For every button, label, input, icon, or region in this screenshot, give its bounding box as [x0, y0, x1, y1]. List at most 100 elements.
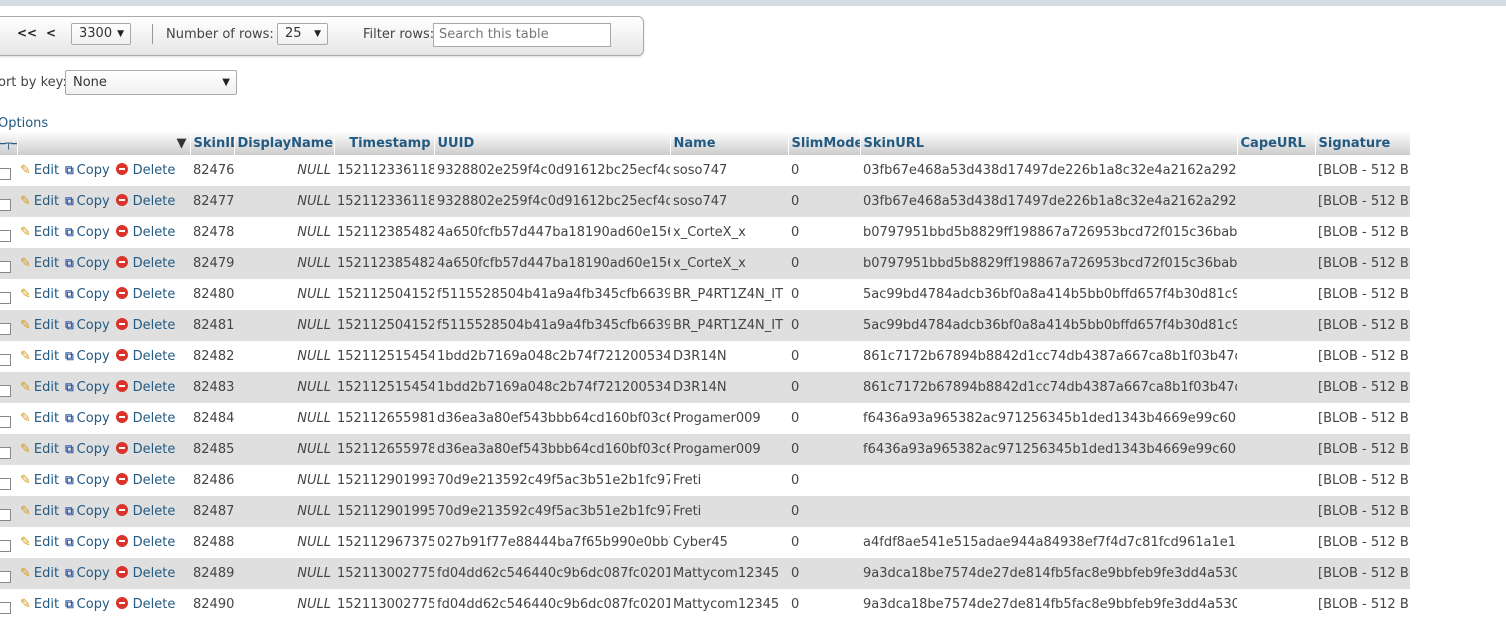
copy-button[interactable]: ⧉ Copy: [65, 566, 110, 581]
column-header-displayname[interactable]: DisplayName: [234, 131, 335, 155]
row-checkbox[interactable]: [0, 508, 11, 521]
delete-button[interactable]: Delete: [115, 411, 175, 426]
edit-button[interactable]: ✎ Edit: [20, 504, 59, 519]
copy-button[interactable]: ⧉ Copy: [65, 442, 110, 457]
filter-input[interactable]: Search this table: [433, 23, 611, 47]
edit-button[interactable]: ✎ Edit: [20, 442, 59, 457]
delete-button[interactable]: Delete: [115, 442, 175, 457]
delete-button[interactable]: Delete: [115, 287, 176, 302]
copy-button[interactable]: ⧉ Copy: [65, 163, 110, 178]
edit-button[interactable]: ✎ Edit: [20, 411, 59, 426]
edit-button[interactable]: ✎ Edit: [20, 225, 59, 240]
delete-button[interactable]: Delete: [115, 225, 175, 240]
row-checkbox[interactable]: [0, 260, 11, 273]
delete-button[interactable]: Delete: [115, 380, 175, 395]
column-header-timestamp[interactable]: Timestamp: [334, 131, 435, 155]
copy-icon: ⧉: [65, 411, 74, 425]
cell-signature[interactable]: [BLOB - 512 B]: [1315, 403, 1410, 434]
table-row: ✎ Edit ⧉ Copy Delete 82487 NULL 1521129019953 70…: [0, 496, 1410, 527]
copy-button[interactable]: ⧉ Copy: [65, 194, 110, 209]
cell-signature[interactable]: [BLOB - 512 B]: [1315, 341, 1410, 372]
copy-button[interactable]: ⧉ Copy: [65, 473, 110, 488]
edit-button[interactable]: ✎ Edit: [20, 194, 59, 209]
delete-button[interactable]: Delete: [115, 504, 175, 519]
row-checkbox[interactable]: [0, 384, 11, 397]
cell-signature[interactable]: [BLOB - 512 B]: [1315, 310, 1410, 341]
delete-button[interactable]: Delete: [115, 535, 175, 550]
column-header-slimmodel[interactable]: SlimModel: [788, 131, 861, 155]
cell-signature[interactable]: [BLOB - 512 B]: [1315, 434, 1410, 465]
row-checkbox[interactable]: [0, 322, 11, 335]
row-checkbox[interactable]: [0, 601, 11, 614]
table-row: ✎ Edit ⧉ Copy Delete 82476 NULL 1521123361186 93…: [0, 155, 1410, 186]
copy-button[interactable]: ⧉ Copy: [65, 225, 110, 240]
edit-button[interactable]: ✎ Edit: [20, 163, 59, 178]
cell-signature[interactable]: [BLOB - 512 B]: [1315, 465, 1410, 496]
delete-button[interactable]: Delete: [115, 597, 175, 612]
row-checkbox[interactable]: [0, 446, 11, 459]
cell-signature[interactable]: [BLOB - 512 B]: [1315, 248, 1410, 279]
delete-button[interactable]: Delete: [115, 256, 175, 271]
delete-label: Delete: [132, 287, 176, 302]
pencil-icon: ✎: [20, 566, 31, 581]
column-header-uuid[interactable]: UUID: [434, 131, 671, 155]
edit-button[interactable]: ✎ Edit: [20, 318, 59, 333]
row-checkbox[interactable]: [0, 415, 11, 428]
cell-signature[interactable]: [BLOB - 512 B]: [1315, 527, 1410, 558]
copy-button[interactable]: ⧉ Copy: [65, 411, 110, 426]
delete-button[interactable]: Delete: [115, 163, 175, 178]
column-header-name[interactable]: Name: [670, 131, 789, 155]
row-checkbox[interactable]: [0, 353, 11, 366]
edit-button[interactable]: ✎ Edit: [20, 287, 59, 302]
edit-button[interactable]: ✎ Edit: [20, 473, 59, 488]
copy-button[interactable]: ⧉ Copy: [65, 504, 110, 519]
row-checkbox[interactable]: [0, 167, 11, 180]
cell-signature[interactable]: [BLOB - 512 B]: [1315, 372, 1410, 403]
row-checkbox[interactable]: [0, 477, 11, 490]
sort-select[interactable]: None ▼: [65, 70, 237, 95]
cell-signature[interactable]: [BLOB - 512 B]: [1315, 496, 1410, 527]
first-page-button[interactable]: <<: [17, 26, 37, 40]
copy-button[interactable]: ⧉ Copy: [65, 597, 110, 612]
edit-button[interactable]: ✎ Edit: [20, 535, 59, 550]
edit-button[interactable]: ✎ Edit: [20, 349, 59, 364]
cell-signature[interactable]: [BLOB - 512 B]: [1315, 279, 1410, 310]
cell-signature[interactable]: [BLOB - 512 B]: [1315, 155, 1410, 186]
copy-button[interactable]: ⧉ Copy: [65, 287, 110, 302]
column-header-capeurl[interactable]: CapeURL: [1237, 131, 1316, 155]
copy-button[interactable]: ⧉ Copy: [65, 380, 110, 395]
cell-signature[interactable]: [BLOB - 512 B]: [1315, 589, 1410, 620]
edit-button[interactable]: ✎ Edit: [20, 256, 59, 271]
row-checkbox[interactable]: [0, 291, 11, 304]
edit-button[interactable]: ✎ Edit: [20, 380, 59, 395]
edit-button[interactable]: ✎ Edit: [20, 597, 59, 612]
table-row: ✎ Edit ⧉ Copy Delete 82485 NULL 1521126559781 d3…: [0, 434, 1410, 465]
copy-button[interactable]: ⧉ Copy: [65, 256, 110, 271]
page-select[interactable]: 3300 ▼: [71, 23, 131, 45]
edit-button[interactable]: ✎ Edit: [20, 566, 59, 581]
column-sorter[interactable]: ←┬→: [0, 131, 18, 155]
cell-signature[interactable]: [BLOB - 512 B]: [1315, 558, 1410, 589]
column-menu[interactable]: ▼: [17, 131, 191, 155]
delete-button[interactable]: Delete: [115, 194, 175, 209]
delete-button[interactable]: Delete: [115, 566, 175, 581]
cell-signature[interactable]: [BLOB - 512 B]: [1315, 186, 1410, 217]
previous-page-button[interactable]: <: [46, 26, 56, 40]
options-link[interactable]: Options: [0, 116, 48, 131]
column-header-skinid[interactable]: SkinID: [190, 131, 235, 155]
copy-button[interactable]: ⧉ Copy: [65, 318, 110, 333]
row-checkbox[interactable]: [0, 198, 11, 211]
row-checkbox[interactable]: [0, 229, 11, 242]
delete-button[interactable]: Delete: [115, 318, 175, 333]
column-header-skinurl[interactable]: SkinURL: [860, 131, 1238, 155]
delete-button[interactable]: Delete: [115, 473, 175, 488]
copy-button[interactable]: ⧉ Copy: [65, 349, 110, 364]
cell-skinurl: 9a3dca18be7574de27de814fb5fac8e9bbfeb9fe…: [860, 589, 1237, 620]
column-header-signature[interactable]: Signature: [1315, 131, 1411, 155]
row-checkbox[interactable]: [0, 539, 11, 552]
delete-button[interactable]: Delete: [115, 349, 175, 364]
copy-button[interactable]: ⧉ Copy: [65, 535, 110, 550]
row-checkbox[interactable]: [0, 570, 11, 583]
rows-select[interactable]: 25 ▼: [277, 23, 328, 45]
cell-signature[interactable]: [BLOB - 512 B]: [1315, 217, 1410, 248]
